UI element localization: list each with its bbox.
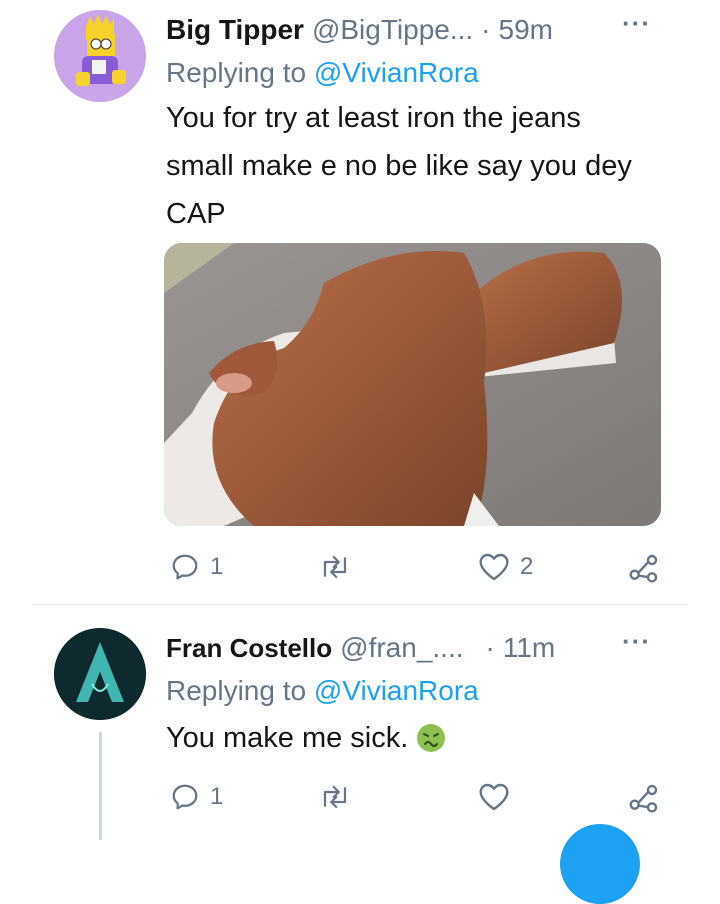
more-options-button[interactable]: ···	[622, 8, 651, 39]
like-count: 2	[520, 553, 534, 580]
mention-link[interactable]: @VivianRora	[314, 675, 479, 706]
more-icon: ···	[622, 8, 651, 38]
display-name[interactable]: Big Tipper	[166, 14, 304, 46]
nauseated-face-icon	[417, 724, 446, 752]
timestamp[interactable]: 59m	[499, 14, 553, 46]
assassin-creed-logo-icon	[54, 628, 146, 720]
tweet-divider	[32, 604, 688, 605]
compose-tweet-button[interactable]	[560, 824, 640, 904]
bart-character-icon	[54, 10, 146, 102]
reply-icon	[172, 554, 198, 580]
reply-button[interactable]: 1	[170, 782, 223, 812]
tweet-media-image[interactable]	[164, 243, 661, 526]
reply-button[interactable]: 1	[170, 552, 223, 582]
separator-dot: ·	[481, 14, 491, 45]
display-name[interactable]: Fran Costello	[166, 633, 332, 664]
retweet-button[interactable]	[318, 782, 352, 812]
share-icon	[629, 784, 658, 813]
retweet-button[interactable]	[318, 552, 352, 582]
tweet-text: You make me sick.	[166, 722, 409, 754]
reply-count: 1	[210, 783, 224, 810]
like-button[interactable]	[478, 782, 510, 812]
replying-to-line: Replying to @VivianRora	[166, 57, 479, 89]
photo-feet-in-slides	[164, 243, 661, 526]
replying-to-line: Replying to @VivianRora	[166, 675, 479, 707]
retweet-icon	[323, 785, 347, 809]
share-button[interactable]	[628, 782, 660, 814]
reply-icon	[172, 784, 198, 810]
handle[interactable]: @BigTippe...	[312, 14, 473, 46]
replying-prefix: Replying to	[166, 675, 307, 706]
heart-icon	[479, 783, 509, 811]
timestamp[interactable]: 11m	[503, 632, 555, 664]
more-options-button[interactable]: ···	[622, 626, 651, 657]
retweet-icon	[323, 555, 347, 579]
heart-icon	[479, 553, 509, 581]
like-button[interactable]: 2	[478, 552, 533, 582]
avatar[interactable]	[54, 628, 146, 720]
share-icon	[629, 554, 658, 583]
handle[interactable]: @fran_....	[340, 632, 463, 664]
separator-dot: ·	[485, 632, 495, 663]
share-button[interactable]	[628, 552, 660, 584]
thread-line	[99, 732, 102, 840]
mention-link[interactable]: @VivianRora	[314, 57, 479, 88]
more-icon: ···	[622, 626, 651, 656]
tweet-text: You for try at least iron the jeans smal…	[166, 102, 632, 230]
avatar[interactable]	[54, 10, 146, 102]
replying-prefix: Replying to	[166, 57, 307, 88]
reply-count: 1	[210, 553, 224, 580]
